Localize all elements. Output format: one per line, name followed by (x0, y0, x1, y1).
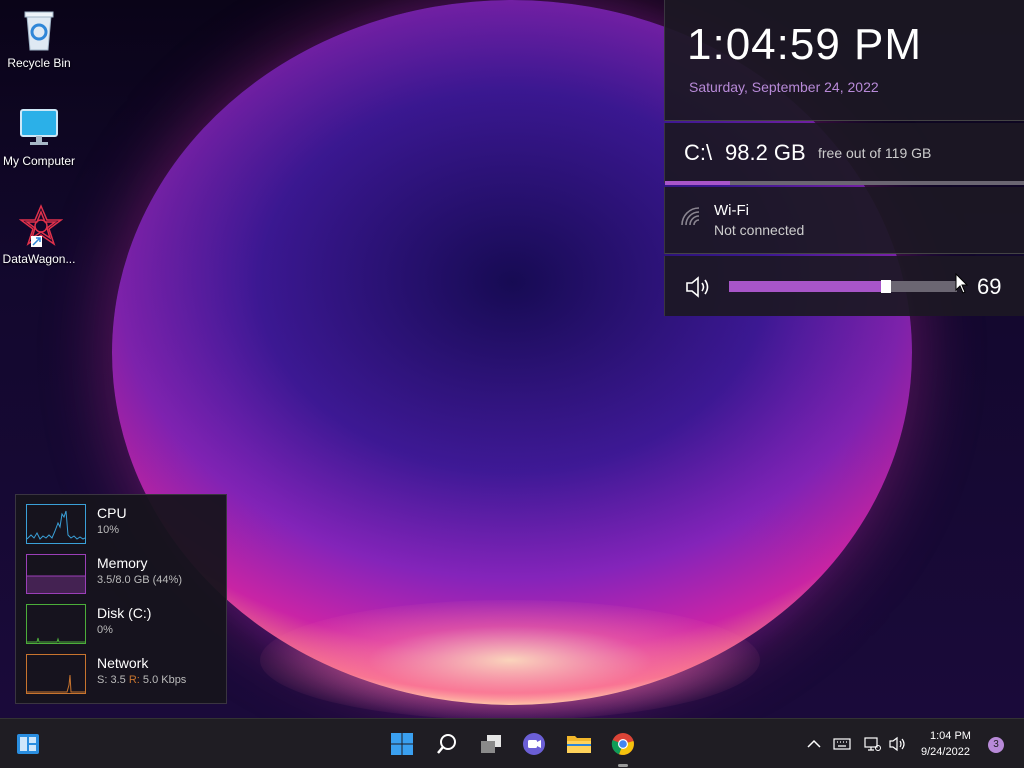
teams-chat-button[interactable] (518, 728, 550, 760)
clock-widget: 1:04:59 PM Saturday, September 24, 2022 (664, 0, 1024, 121)
wifi-title: Wi-Fi (714, 202, 749, 219)
taskbar-clock-time[interactable]: 1:04 PM (930, 730, 971, 742)
memory-graph (26, 554, 86, 594)
disk-usage-fill (665, 181, 730, 185)
task-view-icon (481, 735, 501, 753)
running-app-indicator (618, 764, 628, 767)
disk-free-space: 98.2 GB (725, 140, 806, 165)
show-hidden-icons-button[interactable] (805, 736, 823, 752)
widgets-icon (17, 734, 39, 754)
wifi-widget[interactable]: Wi-Fi Not connected (664, 187, 1024, 254)
search-button[interactable] (431, 728, 463, 760)
disk-graph (26, 604, 86, 644)
resource-memory[interactable]: Memory 3.5/8.0 GB (44%) (26, 554, 221, 596)
desktop-icon-label: DataWagon... (2, 252, 76, 266)
desktop-icon-datawagon[interactable]: DataWagon... (0, 204, 78, 266)
resource-value: 0% (97, 624, 113, 636)
mouse-cursor (955, 272, 969, 295)
cpu-graph (26, 504, 86, 544)
wifi-status: Not connected (714, 222, 805, 238)
resource-name: Memory (97, 555, 148, 571)
network-tray-button[interactable] (863, 736, 881, 752)
task-view-button[interactable] (475, 728, 507, 760)
keyboard-icon (833, 738, 851, 750)
resource-monitor-widget: CPU 10% Memory 3.5/8.0 GB (44%) Disk (C:… (15, 494, 227, 704)
desktop-icon-recycle-bin[interactable]: Recycle Bin (0, 8, 78, 70)
resource-name: Network (97, 655, 149, 671)
taskbar: 1:04 PM 9/24/2022 3 (0, 718, 1024, 768)
clock-date: Saturday, September 24, 2022 (689, 79, 879, 95)
start-button[interactable] (386, 728, 418, 760)
monitor-icon (19, 106, 59, 150)
folder-icon (567, 736, 591, 753)
speaker-icon (889, 736, 905, 752)
windows-logo-icon (391, 733, 413, 755)
recycle-bin-icon (19, 8, 59, 52)
volume-slider[interactable] (729, 280, 957, 293)
network-graph (26, 654, 86, 694)
speaker-icon[interactable] (685, 275, 713, 299)
notification-badge[interactable]: 3 (988, 737, 1004, 753)
desktop-icon-my-computer[interactable]: My Computer (0, 106, 78, 168)
disk-widget: C:\ 98.2 GB free out of 119 GB (664, 123, 1024, 185)
desktop-icon-label: Recycle Bin (7, 56, 71, 70)
chrome-button[interactable] (607, 728, 639, 760)
taskbar-clock-date[interactable]: 9/24/2022 (921, 746, 970, 758)
widgets-button[interactable] (12, 728, 44, 760)
resource-value: S: 3.5 R: 5.0 Kbps (97, 674, 186, 686)
disk-usage-bar (665, 181, 1024, 185)
disk-drive-label: C:\ (684, 140, 713, 165)
network-receive-value: 5.0 Kbps (142, 674, 187, 686)
disk-capacity-text: free out of 119 GB (818, 145, 932, 161)
network-receive-label: R: (128, 674, 140, 686)
volume-slider-thumb[interactable] (881, 280, 892, 293)
chat-icon (523, 733, 545, 755)
resource-network[interactable]: Network S: 3.5 R: 5.0 Kbps (26, 654, 221, 696)
keyboard-tray-button[interactable] (833, 736, 851, 752)
network-send-label: S: (97, 674, 108, 686)
volume-value: 69 (977, 274, 1002, 299)
network-icon (864, 737, 881, 751)
chevron-up-icon (807, 739, 821, 748)
resource-name: Disk (C:) (97, 605, 152, 621)
resource-value: 10% (97, 524, 120, 536)
volume-tray-button[interactable] (889, 736, 907, 752)
datawagon-app-icon (18, 204, 64, 248)
resource-value: 3.5/8.0 GB (44%) (97, 574, 182, 586)
network-send-value: 3.5 (110, 674, 126, 686)
file-explorer-button[interactable] (563, 728, 595, 760)
resource-disk[interactable]: Disk (C:) 0% (26, 604, 221, 646)
wallpaper-glow (260, 600, 760, 718)
resource-cpu[interactable]: CPU 10% (26, 504, 221, 546)
search-icon (437, 734, 456, 754)
desktop-icon-label: My Computer (2, 154, 76, 168)
resource-name: CPU (97, 505, 127, 521)
chrome-icon (611, 733, 634, 755)
volume-slider-fill (729, 281, 887, 292)
wifi-icon (679, 205, 705, 227)
volume-widget: 69 (664, 256, 1024, 316)
clock-time: 1:04:59 PM (687, 20, 923, 69)
